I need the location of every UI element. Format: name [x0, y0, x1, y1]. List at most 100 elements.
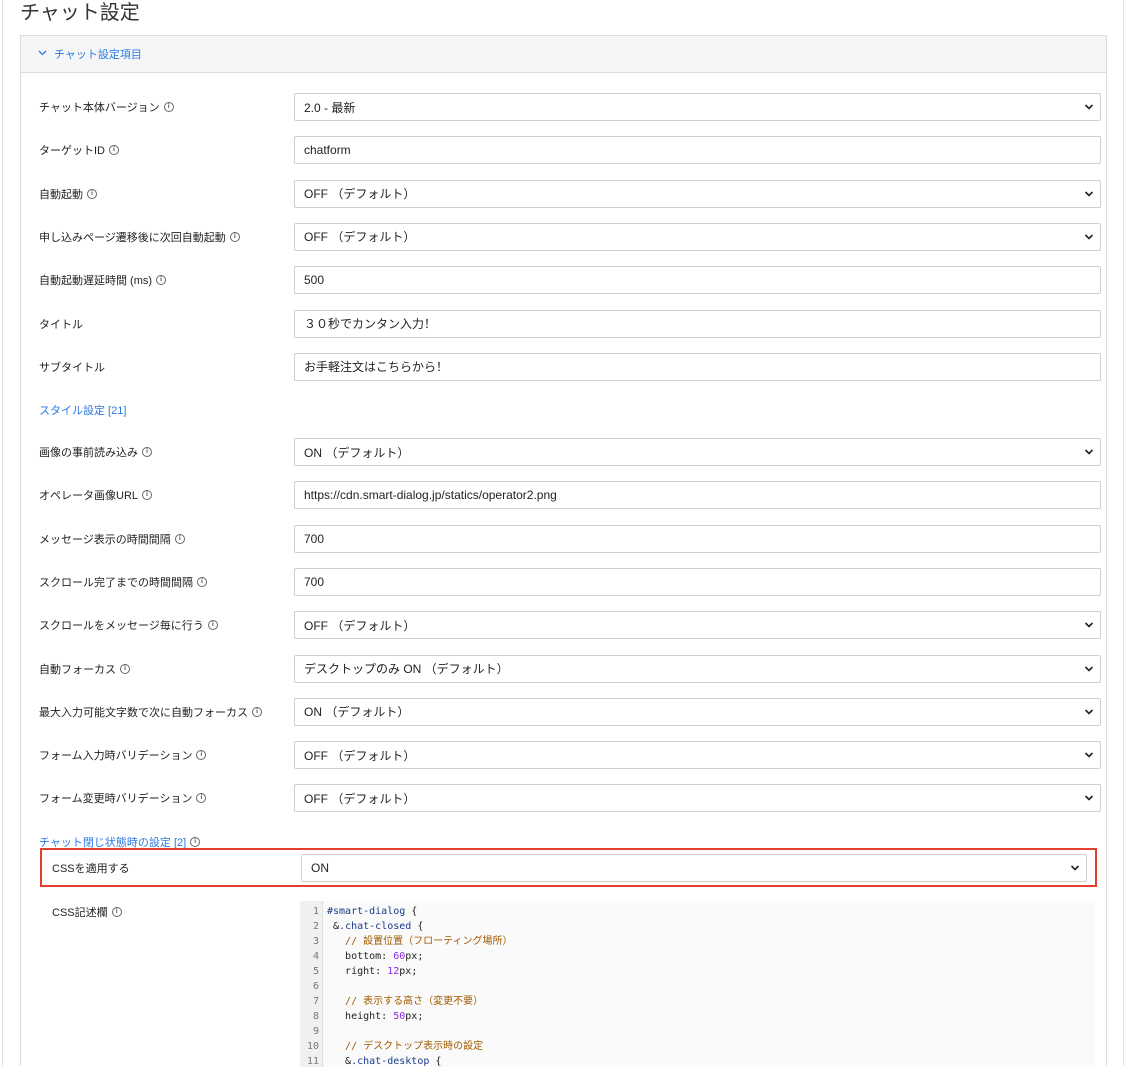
setting-input[interactable]: 700	[294, 567, 1101, 596]
setting-select[interactable]: 2.0 - 最新	[294, 93, 1101, 121]
setting-select[interactable]: デスクトップのみ ON （デフォルト）	[294, 654, 1101, 683]
code-text: // 設置位置（フローティング場所）	[327, 936, 513, 947]
settings-panel: チャット設定項目 チャット本体バージョン i 2.0 - 最新ターゲットID i cha…	[20, 35, 1107, 1067]
setting-select[interactable]: ON （デフォルト）	[294, 697, 1101, 726]
setting-select[interactable]: OFF （デフォルト）	[294, 741, 1101, 770]
css-editor-label-text: CSS記述欄	[52, 907, 108, 919]
setting-value: OFF （デフォルト）	[304, 230, 416, 245]
setting-input[interactable]: 500	[294, 266, 1101, 295]
setting-label-text: メッセージ表示の時間間隔	[39, 533, 171, 546]
setting-label: サブタイトル	[39, 353, 105, 381]
code-line: 3 // 設置位置（フローティング場所）	[300, 934, 513, 949]
setting-label-text: フォーム変更時バリデーション	[39, 793, 193, 806]
setting-select[interactable]: OFF （デフォルト）	[294, 222, 1101, 251]
select-caret-icon	[1084, 622, 1094, 628]
setting-select[interactable]: OFF （デフォルト）	[294, 784, 1101, 813]
code-line: 10 // デスクトップ表示時の設定	[300, 1039, 483, 1054]
setting-value: ３０秒でカンタン入力！	[304, 317, 437, 331]
code-text: // 表示する高さ（変更不要）	[327, 996, 484, 1007]
code-line: 11 &.chat-desktop {	[300, 1054, 441, 1067]
style-settings-link[interactable]: スタイル設定 [21]	[39, 402, 126, 418]
setting-label-text: スクロール完了までの時間間隔	[39, 576, 193, 589]
code-line: 9	[300, 1024, 327, 1039]
setting-value: OFF （デフォルト）	[304, 618, 416, 633]
setting-select[interactable]: OFF （デフォルト）	[294, 179, 1101, 208]
setting-value: 700	[304, 531, 325, 546]
info-icon: i	[197, 576, 207, 587]
line-number: 3	[312, 936, 319, 947]
setting-value: 2.0 - 最新	[304, 100, 356, 115]
code-text: height: 50px;	[327, 1011, 424, 1022]
setting-label-text: ターゲットID	[39, 145, 105, 158]
setting-value: OFF （デフォルト）	[304, 748, 416, 763]
setting-input[interactable]: chatform	[294, 136, 1101, 165]
setting-value: ON （デフォルト）	[304, 705, 410, 720]
code-text: right: 12px;	[327, 966, 418, 977]
line-number: 7	[312, 996, 319, 1007]
line-number: 6	[312, 981, 319, 992]
info-icon: i	[120, 663, 130, 674]
info-icon: i	[156, 275, 167, 286]
info-icon: i	[190, 837, 201, 847]
line-number: 8	[312, 1011, 319, 1022]
setting-select[interactable]: ON （デフォルト）	[294, 438, 1101, 466]
setting-label: フォーム入力時バリデーション i	[39, 741, 207, 769]
setting-value: デスクトップのみ ON （デフォルト）	[304, 662, 509, 676]
setting-label-text: 自動起動	[39, 188, 83, 201]
select-caret-icon	[1084, 449, 1094, 455]
css-apply-select[interactable]: ON	[301, 854, 1087, 882]
info-icon: i	[207, 620, 218, 631]
setting-value: 500	[304, 273, 325, 288]
setting-label: チャット本体バージョン i	[39, 93, 174, 121]
setting-input[interactable]: お手軽注文はこちらから！	[294, 352, 1101, 381]
setting-label-text: 自動起動遅延時間 (ms)	[39, 275, 153, 288]
css-apply-label-text: CSSを適用する	[52, 863, 130, 875]
code-line: 2 &.chat-closed {	[300, 919, 423, 934]
setting-label: スクロールをメッセージ毎に行う i	[39, 611, 218, 639]
setting-value: ON （デフォルト）	[304, 445, 410, 460]
select-caret-icon	[1084, 709, 1094, 715]
line-number: 11	[306, 1056, 319, 1067]
css-apply-label: CSSを適用する	[52, 854, 130, 882]
info-icon: i	[87, 188, 97, 199]
setting-label: スクロール完了までの時間間隔 i	[39, 568, 207, 596]
info-icon: i	[196, 750, 207, 761]
setting-value: 700	[304, 574, 325, 589]
line-number: 1	[312, 906, 319, 917]
code-line: 7 // 表示する高さ（変更不要）	[300, 994, 483, 1009]
css-code-editor[interactable]: 1 #smart-dialog {2 &.chat-closed {3 // 設置…	[300, 901, 1095, 1067]
code-text: &.chat-desktop {	[327, 1056, 442, 1067]
code-text: // デスクトップ表示時の設定	[327, 1041, 484, 1052]
setting-input[interactable]: 700	[294, 524, 1101, 553]
info-icon: i	[109, 145, 119, 156]
code-text: bottom: 60px;	[327, 951, 424, 962]
info-icon: i	[252, 706, 262, 717]
setting-label-text: タイトル	[39, 318, 83, 331]
setting-label: 自動起動 i	[39, 180, 97, 208]
panel-header-label: チャット設定項目	[54, 49, 142, 61]
info-icon: i	[174, 533, 185, 544]
setting-select[interactable]: OFF （デフォルト）	[294, 611, 1101, 640]
setting-label-text: 最大入力可能文字数で次に自動フォーカス	[39, 706, 248, 719]
line-number: 10	[306, 1041, 319, 1052]
setting-input[interactable]: https://cdn.smart-dialog.jp/statics/oper…	[294, 481, 1101, 510]
setting-value: OFF （デフォルト）	[304, 791, 416, 806]
setting-label: 画像の事前読み込み i	[39, 438, 152, 466]
setting-label: タイトル	[39, 310, 83, 338]
select-caret-icon	[1084, 752, 1094, 758]
info-icon: i	[142, 490, 153, 501]
code-line: 4 bottom: 60px;	[300, 949, 423, 964]
select-caret-icon	[1070, 865, 1080, 871]
setting-label: 自動起動遅延時間 (ms) i	[39, 266, 167, 294]
select-caret-icon	[1084, 234, 1094, 240]
setting-label: 最大入力可能文字数で次に自動フォーカス i	[39, 698, 262, 726]
panel-header[interactable]: チャット設定項目	[21, 36, 1106, 73]
code-line: 6	[300, 979, 327, 994]
page-title: チャット設定	[20, 2, 140, 24]
select-caret-icon	[1084, 191, 1094, 197]
css-editor-label: CSS記述欄 i	[52, 898, 122, 926]
line-number: 5	[312, 966, 319, 977]
setting-label: 自動フォーカス i	[39, 655, 130, 683]
code-text: #smart-dialog {	[327, 906, 418, 917]
setting-input[interactable]: ３０秒でカンタン入力！	[294, 309, 1101, 338]
